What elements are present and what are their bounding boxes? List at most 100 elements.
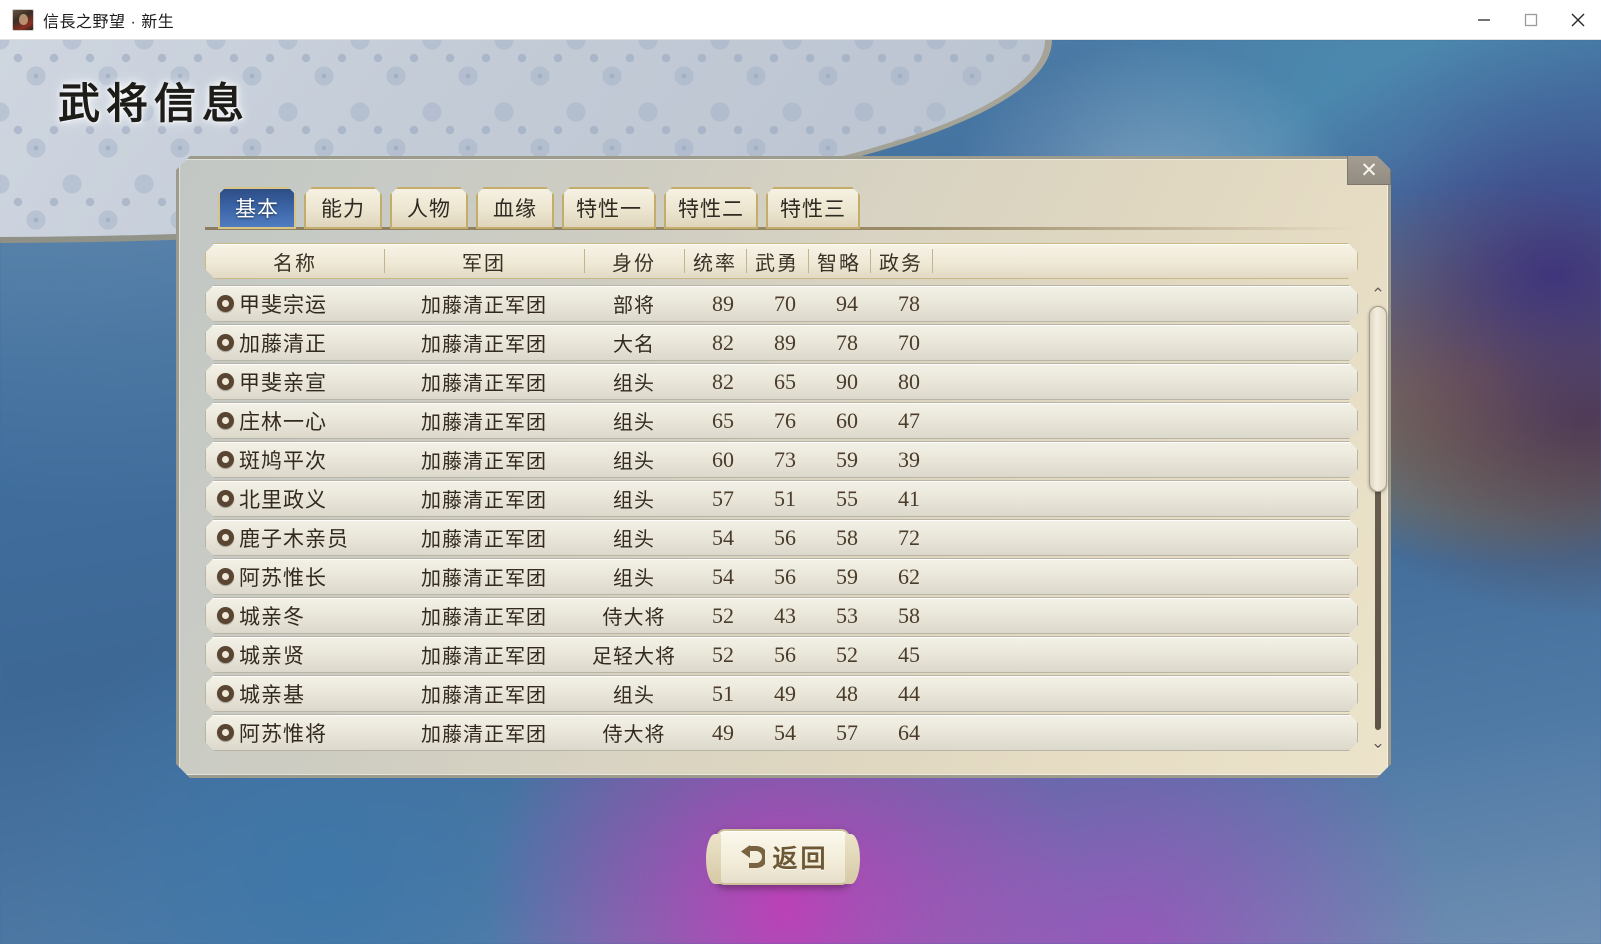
- tab-basic[interactable]: 基本: [218, 187, 296, 229]
- cell-role: 组头: [613, 373, 655, 395]
- column-header-corps[interactable]: 军团: [384, 244, 584, 278]
- cell-name: 鹿子木亲员: [239, 526, 349, 551]
- back-button[interactable]: 返回: [706, 829, 860, 885]
- cell-name: 斑鸠平次: [239, 448, 327, 473]
- table-row[interactable]: 斑鸠平次 加藤清正军团 组头 60 73 59 39: [205, 441, 1358, 478]
- column-label: 智略: [817, 252, 861, 275]
- maximize-button[interactable]: [1507, 0, 1554, 39]
- cell-tong: 51: [712, 680, 734, 706]
- cell-zhi: 55: [836, 485, 858, 511]
- cell-zhi: 52: [836, 641, 858, 667]
- table-row[interactable]: 阿苏惟将 加藤清正军团 侍大将 49 54 57 64: [205, 714, 1358, 751]
- cell-role: 组头: [613, 568, 655, 590]
- tab-trait-2[interactable]: 特性二: [664, 187, 758, 229]
- list-scrollbar[interactable]: ⌃ ⌄: [1365, 285, 1391, 751]
- scrollbar-track[interactable]: [1375, 306, 1381, 730]
- table-row[interactable]: 城亲贤 加藤清正军团 足轻大将 52 56 52 45: [205, 636, 1358, 673]
- cell-zheng: 72: [898, 524, 920, 550]
- tab-person[interactable]: 人物: [390, 187, 468, 229]
- officer-bullet-icon: [217, 451, 234, 468]
- cell-corps: 加藤清正军团: [421, 373, 547, 395]
- cell-name: 城亲基: [239, 682, 305, 707]
- cell-zhi: 90: [836, 368, 858, 394]
- officer-list[interactable]: 甲斐宗运 加藤清正军团 部将 89 70 94 78 加藤清正 加藤清正军团 大名 82 89 78 70…: [205, 285, 1358, 751]
- cell-corps: 加藤清正军团: [421, 334, 547, 356]
- cell-role: 侍大将: [602, 724, 666, 746]
- cell-name: 城亲贤: [239, 643, 305, 668]
- cell-wu: 56: [774, 563, 796, 589]
- officer-bullet-icon: [217, 295, 234, 312]
- cell-corps: 加藤清正军团: [421, 646, 547, 668]
- column-header-zhengwu[interactable]: 政务: [870, 244, 932, 278]
- chevron-up-icon[interactable]: ⌃: [1366, 285, 1390, 303]
- cell-tong: 52: [712, 602, 734, 628]
- column-header-name[interactable]: 名称: [206, 244, 384, 278]
- table-row[interactable]: 城亲基 加藤清正军团 组头 51 49 48 44: [205, 675, 1358, 712]
- table-row[interactable]: 甲斐宗运 加藤清正军团 部将 89 70 94 78: [205, 285, 1358, 322]
- tab-trait-1[interactable]: 特性一: [562, 187, 656, 229]
- table-row[interactable]: 甲斐亲宣 加藤清正军团 组头 82 65 90 80: [205, 363, 1358, 400]
- cell-zheng: 78: [898, 290, 920, 316]
- tab-trait-3[interactable]: 特性三: [766, 187, 860, 229]
- table-row[interactable]: 加藤清正 加藤清正军团 大名 82 89 78 70: [205, 324, 1358, 361]
- officer-bullet-icon: [217, 490, 234, 507]
- tab-label: 基本: [235, 197, 279, 221]
- cell-zhi: 53: [836, 602, 858, 628]
- cell-zheng: 58: [898, 602, 920, 628]
- officer-info-dialog: 基本 能力 人物 血缘 特性一 特性二 特性三 名称 军团 身份 统率 ⌄ 武勇…: [176, 156, 1391, 778]
- cell-wu: 76: [774, 407, 796, 433]
- cell-corps: 加藤清正军团: [421, 607, 547, 629]
- cell-zheng: 45: [898, 641, 920, 667]
- cell-name: 甲斐宗运: [239, 292, 327, 317]
- table-row[interactable]: 庄林一心 加藤清正军团 组头 65 76 60 47: [205, 402, 1358, 439]
- cell-name: 庄林一心: [239, 409, 327, 434]
- cell-role: 组头: [613, 412, 655, 434]
- table-row[interactable]: 北里政义 加藤清正军团 组头 57 51 55 41: [205, 480, 1358, 517]
- column-header-tongshuai[interactable]: 统率 ⌄: [684, 244, 746, 278]
- table-row[interactable]: 阿苏惟长 加藤清正军团 组头 54 56 59 62: [205, 558, 1358, 595]
- cell-zhi: 78: [836, 329, 858, 355]
- chevron-down-icon[interactable]: ⌄: [1366, 733, 1390, 751]
- cell-tong: 65: [712, 407, 734, 433]
- column-label: 身份: [612, 252, 656, 275]
- column-label: 军团: [462, 252, 506, 275]
- cell-zhi: 60: [836, 407, 858, 433]
- close-button[interactable]: [1554, 0, 1601, 39]
- cell-zheng: 44: [898, 680, 920, 706]
- cell-wu: 49: [774, 680, 796, 706]
- cell-corps: 加藤清正军团: [421, 724, 547, 746]
- officer-bullet-icon: [217, 685, 234, 702]
- cell-name: 城亲冬: [239, 604, 305, 629]
- minimize-button[interactable]: [1460, 0, 1507, 39]
- column-header-wuyong[interactable]: 武勇: [746, 244, 808, 278]
- column-label: 名称: [273, 252, 317, 275]
- scrollbar-thumb[interactable]: [1369, 306, 1387, 492]
- officer-bullet-icon: [217, 529, 234, 546]
- cell-zheng: 39: [898, 446, 920, 472]
- cell-zheng: 80: [898, 368, 920, 394]
- cell-tong: 82: [712, 329, 734, 355]
- cell-role: 组头: [613, 685, 655, 707]
- cell-role: 侍大将: [602, 607, 666, 629]
- cell-tong: 89: [712, 290, 734, 316]
- cell-zheng: 70: [898, 329, 920, 355]
- cell-role: 组头: [613, 490, 655, 512]
- cell-zhi: 59: [836, 563, 858, 589]
- cell-name: 加藤清正: [239, 331, 327, 356]
- table-row[interactable]: 城亲冬 加藤清正军团 侍大将 52 43 53 58: [205, 597, 1358, 634]
- tab-kinship[interactable]: 血缘: [476, 187, 554, 229]
- column-header-role[interactable]: 身份: [584, 244, 684, 278]
- table-row[interactable]: 鹿子木亲员 加藤清正军团 组头 54 56 58 72: [205, 519, 1358, 556]
- cell-role: 组头: [613, 529, 655, 551]
- cell-zhi: 48: [836, 680, 858, 706]
- cell-wu: 65: [774, 368, 796, 394]
- column-label: 政务: [879, 252, 923, 275]
- game-window: 武将信息 信長之野望 · 新生 基本 能力 人物 血缘 特性一 特性二 特性三 …: [0, 0, 1601, 944]
- cell-tong: 54: [712, 563, 734, 589]
- window-titlebar: 信長之野望 · 新生: [0, 0, 1601, 40]
- tab-ability[interactable]: 能力: [304, 187, 382, 229]
- cell-tong: 54: [712, 524, 734, 550]
- cell-wu: 89: [774, 329, 796, 355]
- cell-role: 足轻大将: [592, 646, 676, 668]
- column-header-zhilue[interactable]: 智略: [808, 244, 870, 278]
